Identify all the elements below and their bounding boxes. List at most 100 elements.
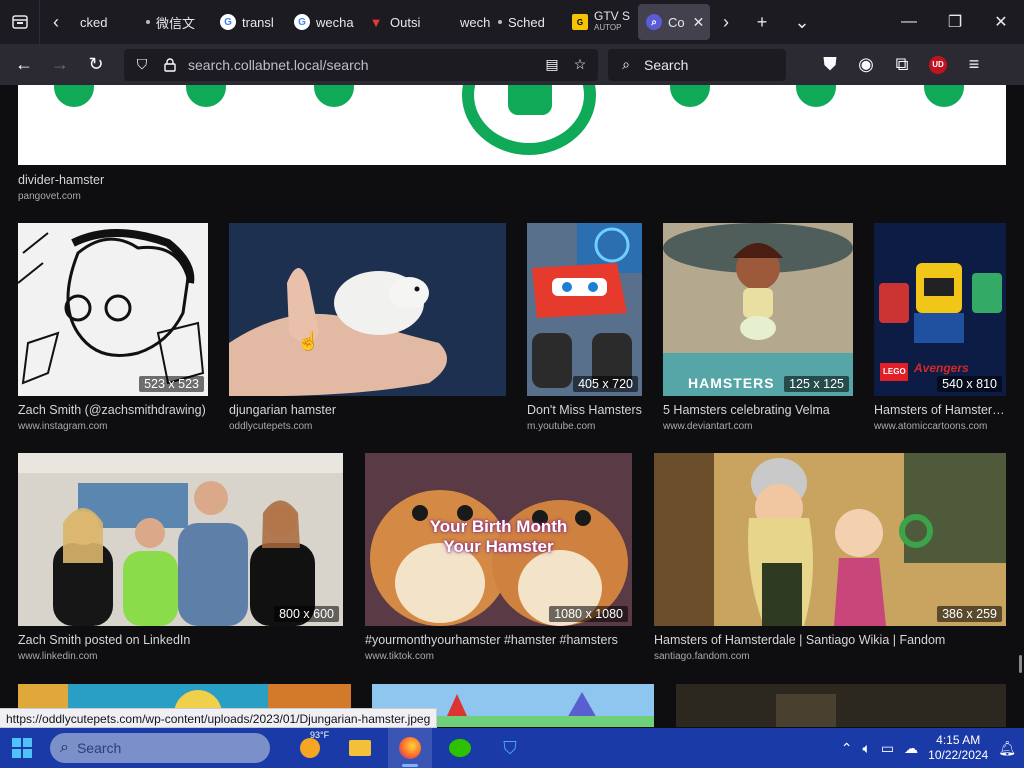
result-caption[interactable]: 5 Hamsters celebrating Velma www.deviant… xyxy=(663,403,853,432)
result-source[interactable]: m.youtube.com xyxy=(527,421,645,432)
chevron-down-icon: ⌄ xyxy=(794,11,810,32)
tabs-scroll-right-button[interactable]: › xyxy=(710,0,742,44)
result-title[interactable]: divider-hamster xyxy=(18,173,418,187)
reader-view-icon[interactable]: ▤ xyxy=(542,55,562,75)
weather-widget[interactable]: 93°F xyxy=(288,728,332,768)
tab-item[interactable]: ▼ Outsi xyxy=(360,4,434,40)
tab-item[interactable]: 微信文 xyxy=(138,4,212,40)
result-caption[interactable]: djungarian hamster oddlycutepets.com xyxy=(229,403,506,432)
result-source[interactable]: www.linkedin.com xyxy=(18,651,343,662)
tab-label: wecha xyxy=(316,14,354,30)
result-caption[interactable]: divider-hamster pangovet.com xyxy=(18,173,418,202)
result-title[interactable]: Don't Miss Hamsters xyxy=(527,403,645,417)
result-source[interactable]: www.tiktok.com xyxy=(365,651,635,662)
result-title[interactable]: Zach Smith posted on LinkedIn xyxy=(18,633,343,647)
network-icon[interactable]: ▭ xyxy=(881,740,894,757)
result-caption[interactable]: Hamsters of Hamsterdale www.atomiccartoo… xyxy=(874,403,1006,432)
file-explorer-button[interactable] xyxy=(338,728,382,768)
result-thumbnail[interactable]: ☝ xyxy=(229,223,506,396)
result-source[interactable]: www.instagram.com xyxy=(18,421,208,432)
tab-item[interactable]: G GTV S AUTOP xyxy=(564,4,638,40)
result-thumbnail[interactable]: 405 x 720 xyxy=(527,223,642,396)
tab-item-active[interactable]: ⌕ Co ✕ xyxy=(638,4,710,40)
defender-taskbar-button[interactable]: ⛉ xyxy=(488,728,532,768)
result-thumbnail[interactable]: HAMSTERS 125 x 125 xyxy=(663,223,853,396)
result-caption[interactable]: Don't Miss Hamsters m.youtube.com xyxy=(527,403,645,432)
result-title[interactable]: Hamsters of Hamsterdale | Santiago Wikia… xyxy=(654,633,1006,647)
pocket-button[interactable]: ⛊ xyxy=(814,49,846,81)
minimize-button[interactable]: — xyxy=(886,0,932,44)
search-input[interactable] xyxy=(644,56,774,73)
bookmark-star-icon[interactable]: ☆ xyxy=(570,55,590,75)
search-bar[interactable]: ⌕ xyxy=(608,48,786,81)
back-button[interactable]: ← xyxy=(6,49,42,81)
result-title[interactable]: #yourmonthyourhamster #hamster #hamsters xyxy=(365,633,635,647)
reload-button[interactable]: ↻ xyxy=(78,49,114,81)
lock-icon[interactable] xyxy=(160,55,180,75)
result-thumbnail[interactable]: 386 x 259 xyxy=(654,453,1006,626)
result-thumbnail[interactable] xyxy=(676,684,1006,727)
result-title[interactable]: 5 Hamsters celebrating Velma xyxy=(663,403,853,417)
result-thumbnail[interactable]: Your Birth Month Your Hamster 1080 x 108… xyxy=(365,453,632,626)
ublock-extension-button[interactable]: UD xyxy=(922,49,954,81)
firefox-taskbar-button[interactable] xyxy=(388,728,432,768)
result-thumbnail[interactable]: 523 x 523 xyxy=(18,223,208,396)
close-window-button[interactable]: ✕ xyxy=(978,0,1024,44)
tabs-scroll-left-button[interactable]: ‹ xyxy=(40,0,72,44)
extensions-button[interactable]: ⧉ xyxy=(886,49,918,81)
restore-button[interactable]: ❐ xyxy=(932,0,978,44)
image-search-results: divider-hamster pangovet.com 523 x 523 Z… xyxy=(0,85,1024,727)
result-title[interactable]: Zach Smith (@zachsmithdrawing) xyxy=(18,403,208,417)
notification-bell-icon[interactable]: 🔔︎ xyxy=(998,740,1016,757)
menu-button[interactable]: ≡ xyxy=(958,49,990,81)
gtv-icon: G xyxy=(572,14,588,30)
paw-print-shape xyxy=(670,85,710,107)
result-source[interactable]: pangovet.com xyxy=(18,191,418,202)
wechat-taskbar-button[interactable] xyxy=(438,728,482,768)
shield-icon[interactable]: ⛉ xyxy=(132,55,152,75)
result-caption[interactable]: Hamsters of Hamsterdale | Santiago Wikia… xyxy=(654,633,1006,662)
account-button[interactable]: ◉ xyxy=(850,49,882,81)
result-title[interactable]: Hamsters of Hamsterdale xyxy=(874,403,1006,417)
tab-item[interactable]: Gwecha xyxy=(286,4,360,40)
result-caption[interactable]: Zach Smith posted on LinkedIn www.linked… xyxy=(18,633,343,662)
tab-label: GTV S AUTOP xyxy=(594,9,631,32)
result-thumbnail[interactable]: LEGO Avengers 540 x 810 xyxy=(874,223,1006,396)
list-all-tabs-button[interactable]: ⌄ xyxy=(782,0,822,44)
weather-temperature: 93°F xyxy=(310,730,330,740)
navigation-toolbar: ← → ↻ ⛉ search.collabnet.local/search ▤ … xyxy=(0,44,1024,85)
result-source[interactable]: santiago.fandom.com xyxy=(654,651,1006,662)
result-caption[interactable]: #yourmonthyourhamster #hamster #hamsters… xyxy=(365,633,635,662)
address-bar[interactable]: ⛉ search.collabnet.local/search ▤ ☆ xyxy=(124,48,598,81)
close-tab-icon[interactable]: ✕ xyxy=(693,14,705,31)
result-source[interactable]: www.deviantart.com xyxy=(663,421,853,432)
clock-date: 10/22/2024 xyxy=(928,748,989,762)
result-source[interactable]: www.atomiccartoons.com xyxy=(874,421,1006,432)
result-image-divider-hamster[interactable] xyxy=(18,85,1006,165)
taskbar-apps: 93°F ⛉ xyxy=(288,728,532,768)
result-caption[interactable]: Zach Smith (@zachsmithdrawing) www.insta… xyxy=(18,403,208,432)
firefox-view-button[interactable] xyxy=(0,0,40,44)
clock[interactable]: 4:15 AM 10/22/2024 xyxy=(928,733,988,763)
speaker-icon[interactable]: 🔈︎ xyxy=(863,740,871,757)
new-tab-button[interactable]: + xyxy=(742,0,782,44)
tab-item[interactable]: Sched xyxy=(490,4,564,40)
hamburger-menu-icon: ≡ xyxy=(968,54,980,74)
search-icon: ⌕ xyxy=(60,739,69,756)
result-source[interactable]: oddlycutepets.com xyxy=(229,421,506,432)
taskbar-search-input[interactable] xyxy=(76,740,237,756)
url-text[interactable]: search.collabnet.local/search xyxy=(188,57,534,73)
forward-button[interactable]: → xyxy=(42,49,78,81)
tab-item[interactable]: Gtransl xyxy=(212,4,286,40)
result-thumbnail[interactable]: 800 x 600 xyxy=(18,453,343,626)
chevron-up-icon[interactable]: ⌃ xyxy=(841,740,853,757)
result-title[interactable]: djungarian hamster xyxy=(229,403,506,417)
scrollbar-thumb[interactable] xyxy=(1019,655,1022,673)
taskbar-search[interactable]: ⌕ xyxy=(50,733,270,763)
search-icon: ⌕ xyxy=(622,56,630,72)
plus-icon: + xyxy=(756,11,768,32)
tab-item[interactable]: wecha xyxy=(434,4,490,40)
start-button[interactable] xyxy=(0,728,44,768)
tab-item[interactable]: cked xyxy=(72,4,138,40)
onedrive-icon[interactable]: ☁︎ xyxy=(904,740,918,757)
